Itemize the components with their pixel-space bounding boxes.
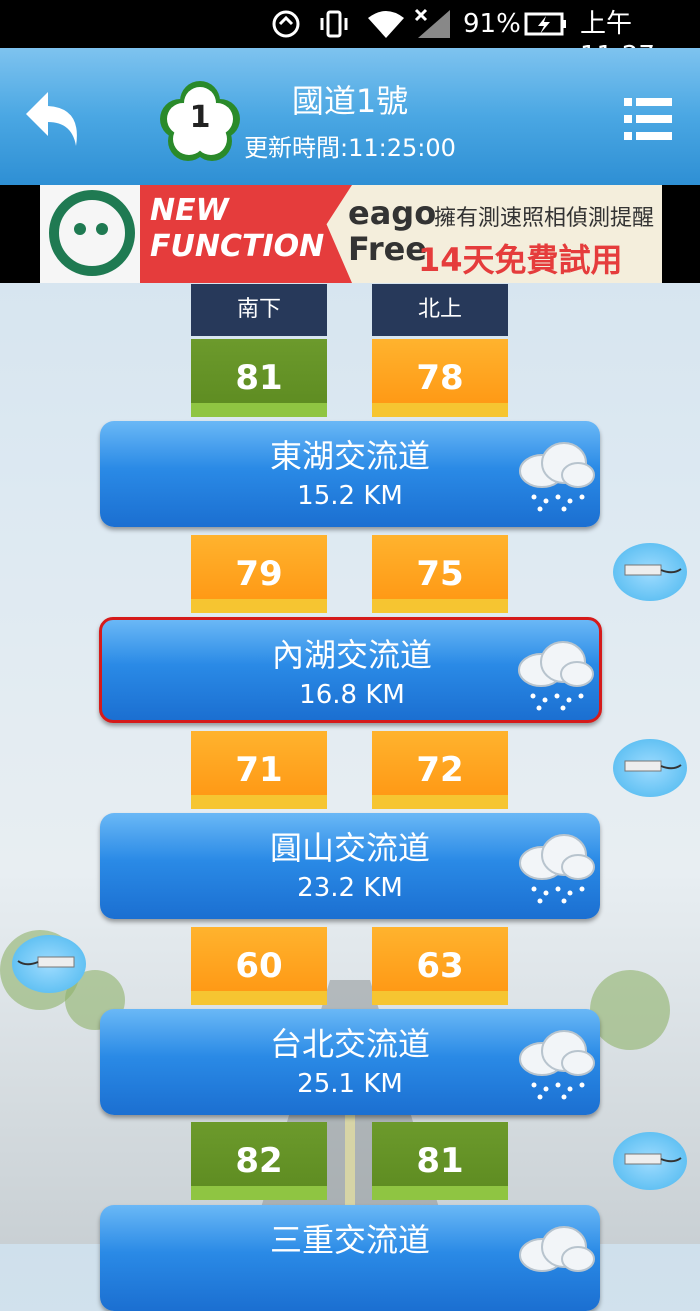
- battery-percent: 91%: [463, 9, 521, 39]
- speed-north-3[interactable]: 72: [372, 731, 508, 809]
- interchange-neihu[interactable]: 內湖交流道 16.8 KM: [99, 617, 602, 723]
- interchange-donghu[interactable]: 東湖交流道 15.2 KM: [100, 421, 600, 527]
- interchange-sanchong[interactable]: 三重交流道: [100, 1205, 600, 1311]
- speed-south-5[interactable]: 82: [191, 1122, 327, 1200]
- signal-icon: [414, 8, 450, 38]
- rain-cloud-icon: [519, 834, 595, 904]
- interchange-taipei[interactable]: 台北交流道 25.1 KM: [100, 1009, 600, 1115]
- ad-eago: eago Free: [348, 194, 437, 268]
- wifi-icon: [368, 11, 404, 38]
- vibrate-icon: [320, 10, 348, 38]
- speed-north-2[interactable]: 75: [372, 535, 508, 613]
- status-bar: 91% 上午11:27: [0, 0, 700, 71]
- speed-south-3[interactable]: 71: [191, 731, 327, 809]
- rain-cloud-icon: [518, 641, 594, 711]
- ad-line1: 擁有測速照相偵測提醒: [434, 206, 655, 231]
- back-arrow-icon[interactable]: [18, 82, 88, 152]
- ad-banner[interactable]: NEW FUNCTION eago Free 擁有測速照相偵測提醒 14天免費試…: [40, 185, 662, 283]
- speed-camera-icon[interactable]: [613, 739, 687, 797]
- speed-north-5[interactable]: 81: [372, 1122, 508, 1200]
- ad-banner-bar: NEW FUNCTION eago Free 擁有測速照相偵測提醒 14天免費試…: [0, 185, 700, 283]
- speed-north-4[interactable]: 63: [372, 927, 508, 1005]
- speed-south-1[interactable]: 81: [191, 339, 327, 417]
- ad-line2: 14天免費試用: [418, 241, 623, 279]
- speed-south-4[interactable]: 60: [191, 927, 327, 1005]
- interchange-yuanshan[interactable]: 圓山交流道 23.2 KM: [100, 813, 600, 919]
- eago-logo-icon: [40, 185, 140, 283]
- battery-charging-icon: [524, 12, 566, 36]
- speed-south-2[interactable]: 79: [191, 535, 327, 613]
- app-header: 1 國道1號 更新時間:11:25:00: [0, 48, 700, 185]
- menu-icon[interactable]: [624, 98, 672, 140]
- update-time: 更新時間:11:25:00: [244, 134, 456, 162]
- direction-north: 北上: [372, 284, 508, 336]
- speed-camera-icon[interactable]: [613, 543, 687, 601]
- sync-icon: [272, 10, 300, 38]
- rain-cloud-icon: [519, 1030, 595, 1100]
- ad-new-function: NEW FUNCTION: [150, 193, 325, 264]
- speed-camera-icon[interactable]: [613, 1132, 687, 1190]
- rain-cloud-icon: [519, 442, 595, 512]
- rain-cloud-icon: [519, 1226, 595, 1272]
- speed-camera-icon[interactable]: [12, 935, 86, 993]
- speed-north-1[interactable]: 78: [372, 339, 508, 417]
- direction-south: 南下: [191, 284, 327, 336]
- page-title: 國道1號: [291, 82, 409, 120]
